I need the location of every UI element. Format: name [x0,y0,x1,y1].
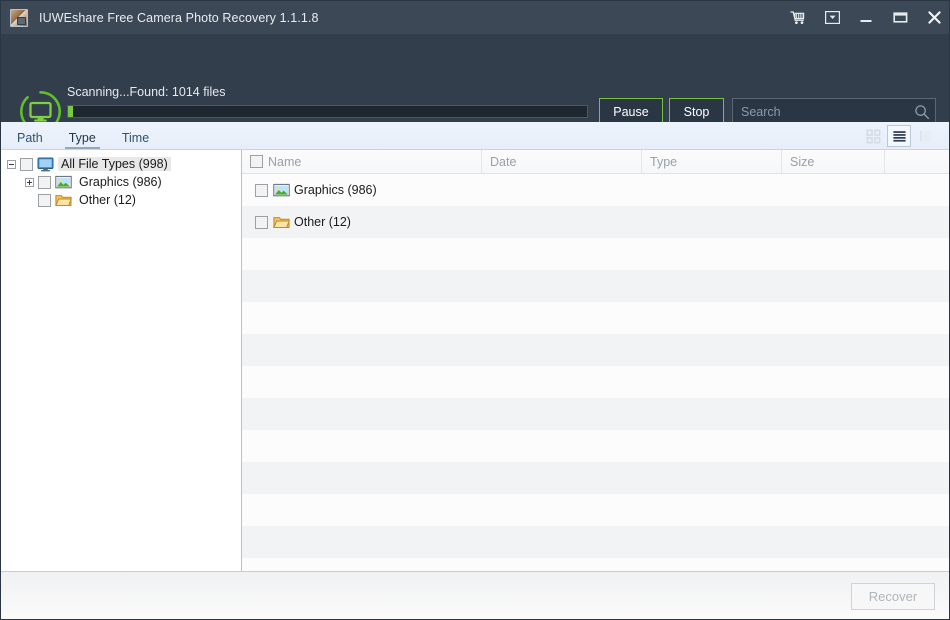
image-icon [273,183,290,198]
main-content: All File Types (998) Graphics (986) [1,150,950,571]
monitor-icon [37,157,54,172]
stop-button[interactable]: Stop [669,98,724,125]
column-header-spacer [885,150,950,173]
folder-icon [273,215,290,230]
column-header-type[interactable]: Type [642,150,782,173]
footer-bar: Recover [1,571,950,619]
cart-icon[interactable] [781,1,815,34]
folder-icon [55,193,72,208]
scan-panel: Scanning...Found: 1014 files Estimated t… [1,34,950,122]
tree-node-graphics[interactable]: Graphics (986) [1,173,241,191]
scan-progress-bar [67,105,588,118]
tree-spacer [25,196,34,205]
row-checkbox[interactable] [255,184,268,197]
tree-checkbox[interactable] [38,176,51,189]
column-header-size[interactable]: Size [782,150,885,173]
row-name: Other (12) [294,215,351,229]
table-row-empty [242,558,950,571]
file-type-tree: All File Types (998) Graphics (986) [1,150,242,571]
close-icon[interactable] [917,1,950,34]
search-icon [909,104,935,120]
tree-node-all-file-types[interactable]: All File Types (998) [1,155,241,173]
view-mode-group [861,125,950,149]
image-icon [55,175,72,190]
search-input[interactable] [733,99,909,124]
camera-photo-icon [10,9,28,27]
table-row-empty [242,334,950,366]
file-list-panel: Name Date Type Size [242,150,950,571]
maximize-icon[interactable] [883,1,917,34]
table-row-empty [242,398,950,430]
file-list-header: Name Date Type Size [242,150,950,174]
expand-toggle-icon[interactable] [25,178,34,187]
tree-node-label: All File Types (998) [58,157,171,171]
file-list-rows: Graphics (986) Other (12) [242,174,950,571]
scan-status-text: Scanning...Found: 1014 files [67,84,589,100]
tab-time[interactable]: Time [112,131,159,149]
tree-node-other[interactable]: Other (12) [1,191,241,209]
table-row-empty [242,526,950,558]
tab-path[interactable]: Path [7,131,53,149]
table-row-empty [242,366,950,398]
table-row[interactable]: Other (12) [242,206,950,238]
select-all-checkbox[interactable] [250,155,263,168]
minimize-icon[interactable] [849,1,883,34]
title-bar: IUWEshare Free Camera Photo Recovery 1.1… [1,1,950,34]
empty-rows-container [242,238,950,571]
recover-button[interactable]: Recover [851,583,935,610]
table-row-empty [242,238,950,270]
table-row-empty [242,494,950,526]
row-name: Graphics (986) [294,183,377,197]
table-row[interactable]: Graphics (986) [242,174,950,206]
menu-dropdown-icon[interactable] [815,1,849,34]
row-checkbox[interactable] [255,216,268,229]
table-row-empty [242,270,950,302]
search-box[interactable] [732,98,936,125]
column-header-name-label: Name [268,155,301,169]
window-title: IUWEshare Free Camera Photo Recovery 1.1… [39,11,319,25]
table-row-empty [242,430,950,462]
tab-type[interactable]: Type [59,131,106,149]
view-tab-bar: Path Type Time [1,122,950,150]
table-row-empty [242,302,950,334]
table-row-empty [242,462,950,494]
collapse-toggle-icon[interactable] [7,160,16,169]
tree-checkbox[interactable] [20,158,33,171]
tree-checkbox[interactable] [38,194,51,207]
scan-progress-fill [68,106,73,117]
tree-node-label: Other (12) [76,193,139,207]
application-window: IUWEshare Free Camera Photo Recovery 1.1… [0,0,950,620]
detail-view-icon[interactable] [913,125,937,147]
column-header-date[interactable]: Date [482,150,642,173]
pause-button[interactable]: Pause [599,98,663,125]
grid-view-icon[interactable] [861,125,885,147]
tree-node-label: Graphics (986) [76,175,165,189]
list-view-icon[interactable] [887,125,911,147]
column-header-name[interactable]: Name [242,150,482,173]
